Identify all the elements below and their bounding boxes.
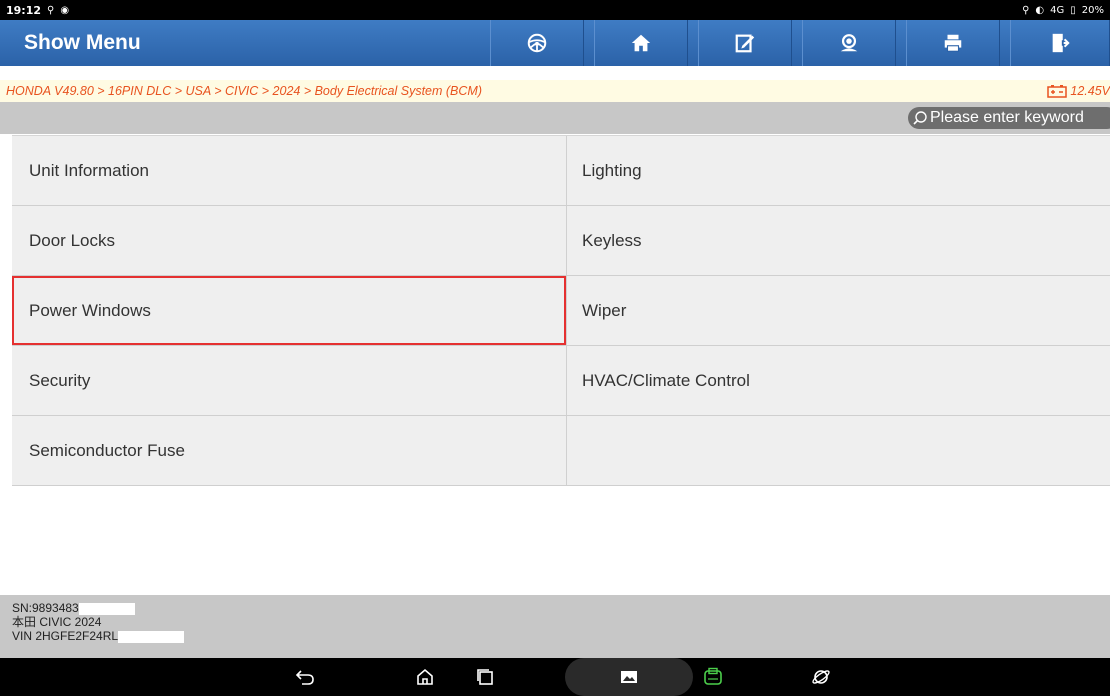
back-button[interactable] (290, 658, 320, 696)
vehicle-model: 本田 CIVIC 2024 (12, 615, 102, 629)
search-input[interactable]: Please enter keyword (908, 107, 1110, 129)
back-icon (295, 670, 314, 685)
menu-grid: Unit Information Lighting Door Locks Key… (12, 135, 1110, 486)
location-icon: ⚲ (1022, 4, 1030, 16)
menu-item-wiper[interactable]: Wiper (566, 276, 1110, 345)
exit-button[interactable] (1010, 20, 1110, 66)
home-button[interactable] (594, 20, 688, 66)
page-title: Show Menu (24, 31, 141, 54)
vehicle-info-panel: SN:9893483 本田 CIVIC 2024 VIN 2HGFE2F24RL (0, 595, 1110, 658)
serial-number: SN:9893483 (12, 601, 79, 615)
breadcrumb: HONDA V49.80 > 16PIN DLC > USA > CIVIC >… (0, 80, 1110, 102)
steering-wheel-icon (527, 33, 547, 53)
battery-percent: 20% (1081, 4, 1104, 16)
menu-item-lighting[interactable]: Lighting (566, 136, 1110, 205)
menu-row: Door Locks Keyless (12, 206, 1110, 276)
menu-item-keyless[interactable]: Keyless (566, 206, 1110, 275)
usb-icon: ⚲ (47, 4, 55, 16)
browser-button[interactable] (806, 658, 836, 696)
menu-item-empty (566, 416, 1110, 485)
redaction (78, 602, 135, 615)
support-button[interactable] (802, 20, 896, 66)
status-bar: 19:12 ⚲ ◉ ⚲ ◐ 4G ▯ 20% (0, 0, 1110, 20)
gallery-button[interactable] (565, 658, 693, 696)
home-outline-icon (417, 668, 433, 685)
search-bar-row: Please enter keyword (0, 102, 1110, 134)
home-icon (631, 34, 651, 52)
menu-item-unit-information[interactable]: Unit Information (12, 136, 566, 205)
network-icon: ◐ (1035, 4, 1045, 16)
print-button[interactable] (906, 20, 1000, 66)
edit-icon (735, 34, 755, 53)
menu-item-hvac[interactable]: HVAC/Climate Control (566, 346, 1110, 415)
menu-item-security[interactable]: Security (12, 346, 566, 415)
home-nav-button[interactable] (410, 658, 440, 696)
gallery-icon (621, 671, 637, 683)
vin-number: VIN 2HGFE2F24RL (12, 629, 119, 643)
signal-label: 4G (1050, 4, 1065, 16)
planet-icon (812, 670, 830, 684)
steering-wheel-button[interactable] (490, 20, 584, 66)
search-icon (913, 111, 927, 125)
battery-voltage: 12.45V (1047, 80, 1110, 102)
edit-button[interactable] (698, 20, 792, 66)
vci-button[interactable] (698, 658, 728, 696)
menu-item-semiconductor-fuse[interactable]: Semiconductor Fuse (12, 416, 566, 485)
menu-item-power-windows[interactable]: Power Windows (12, 276, 566, 345)
voltage-value: 12.45V (1070, 84, 1110, 98)
menu-item-door-locks[interactable]: Door Locks (12, 206, 566, 275)
menu-row: Power Windows Wiper (12, 276, 1110, 346)
menu-row: Security HVAC/Climate Control (12, 346, 1110, 416)
car-battery-icon (1047, 85, 1068, 98)
search-placeholder: Please enter keyword (930, 109, 1084, 126)
status-time: 19:12 (6, 3, 42, 17)
exit-icon (1052, 33, 1070, 53)
recents-icon (477, 669, 493, 685)
top-toolbar: Show Menu (0, 20, 1110, 66)
message-icon: ◉ (60, 4, 70, 16)
menu-row: Semiconductor Fuse (12, 416, 1110, 486)
system-nav-bar (0, 658, 1110, 696)
print-icon (944, 34, 962, 52)
redaction (118, 630, 185, 643)
menu-row: Unit Information Lighting (12, 136, 1110, 206)
vci-icon (704, 667, 722, 685)
battery-icon: ▯ (1070, 4, 1076, 16)
support-icon (840, 34, 858, 52)
recents-button[interactable] (470, 658, 500, 696)
